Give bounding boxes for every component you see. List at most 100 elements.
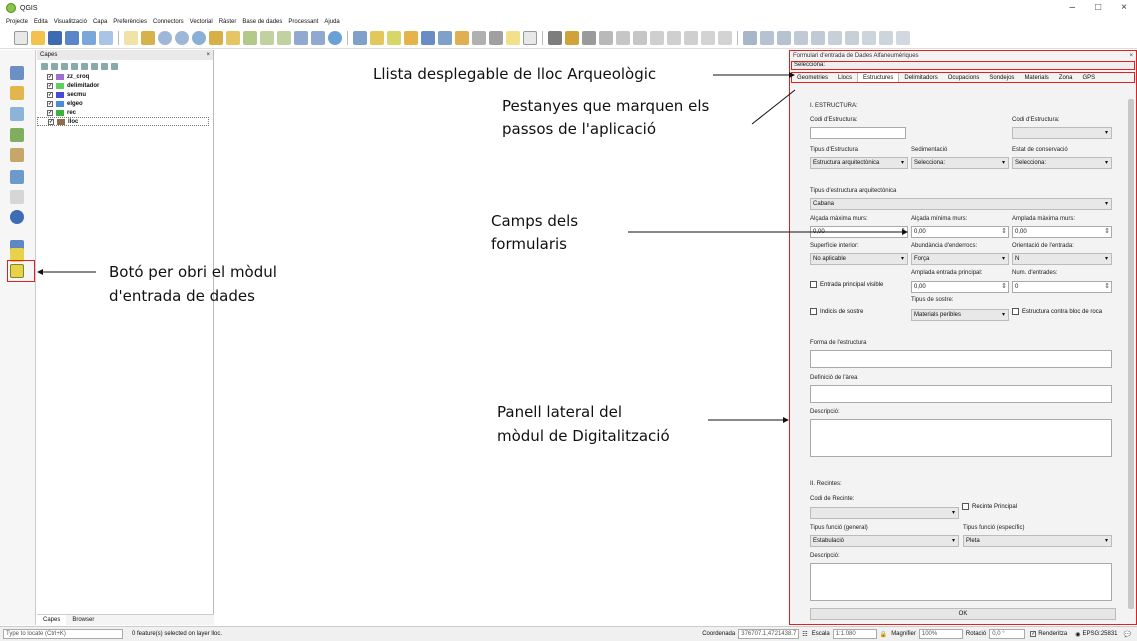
menu-processant[interactable]: Processant (288, 19, 318, 25)
manage-visibility-icon[interactable] (61, 62, 68, 70)
tipus-estructura-select[interactable]: Estructura arquitectònica (810, 157, 908, 169)
tab-llocs[interactable]: Llocs (833, 73, 857, 82)
add-spatialite-icon[interactable] (10, 128, 24, 142)
print-layout-icon[interactable] (82, 30, 96, 45)
tab-browser[interactable]: Browser (66, 615, 100, 625)
menu-connectors[interactable]: Connectors (153, 19, 184, 25)
delete-selected-icon[interactable] (633, 30, 647, 45)
codi-recinte-select[interactable] (810, 507, 959, 519)
ok-button[interactable]: OK (810, 608, 1116, 620)
contra-roca-checkbox[interactable]: Estructura contra bloc de roca (1012, 308, 1102, 315)
expand-all-icon[interactable] (91, 62, 98, 70)
zoom-native-icon[interactable] (192, 30, 206, 45)
filter-legend-icon[interactable] (71, 62, 78, 70)
menu-preferencies[interactable]: Preferències (113, 19, 147, 25)
field-calculator-icon[interactable] (438, 30, 452, 45)
open-project-icon[interactable] (31, 30, 45, 45)
cut-features-icon[interactable] (650, 30, 664, 45)
locator-input[interactable]: Type to locate (Ctrl+K) (3, 629, 123, 639)
undo-icon[interactable] (701, 30, 715, 45)
layer-item[interactable]: ✓ lloc (37, 117, 209, 126)
new-bookmark-icon[interactable] (294, 30, 308, 45)
coordinate-field[interactable]: 376707.1,4721438.7 (738, 629, 800, 639)
extent-icon[interactable]: ☷ (802, 631, 807, 638)
select-value-icon[interactable] (387, 30, 401, 45)
statistics-icon[interactable] (455, 30, 469, 45)
abundancia-select[interactable]: Força (911, 253, 1009, 265)
label-rotate-icon[interactable] (811, 30, 825, 45)
zoom-last-icon[interactable] (260, 30, 274, 45)
layer-visibility-checkbox[interactable]: ✓ (47, 91, 53, 98)
open-styling-icon[interactable] (41, 62, 48, 70)
save-edits-icon[interactable] (582, 30, 596, 45)
label-move-icon[interactable] (794, 30, 808, 45)
menu-vectorial[interactable]: Vectorial (190, 19, 213, 25)
messages-icon[interactable]: 💬 (1124, 631, 1131, 638)
form-scrollbar[interactable] (1128, 99, 1134, 609)
zoom-out-icon[interactable] (175, 30, 189, 45)
add-raster-icon[interactable] (10, 148, 24, 162)
redo-icon[interactable] (718, 30, 732, 45)
edit-pencil-icon[interactable] (565, 30, 579, 45)
label-pin-icon[interactable] (760, 30, 774, 45)
identify-icon[interactable] (353, 30, 367, 45)
add-vector-icon[interactable] (10, 86, 24, 100)
pan-icon[interactable] (124, 30, 138, 45)
label-more-icon[interactable] (896, 30, 910, 45)
tab-estructures[interactable]: Estructures (857, 73, 900, 82)
tab-delimitadors[interactable]: Delimitadors (899, 73, 942, 82)
dock-close-icon[interactable]: × (1129, 53, 1133, 59)
pan-to-selection-icon[interactable] (141, 30, 155, 45)
show-bookmarks-icon[interactable] (311, 30, 325, 45)
tab-ocupacions[interactable]: Ocupacions (943, 73, 985, 82)
checkbox-box[interactable] (810, 308, 817, 315)
copy-features-icon[interactable] (667, 30, 681, 45)
minimize-icon[interactable]: – (1070, 2, 1076, 13)
label-style-icon[interactable] (862, 30, 876, 45)
paste-features-icon[interactable] (684, 30, 698, 45)
site-selector-dropdown[interactable]: Selecciona: (791, 61, 1135, 70)
layer-visibility-checkbox[interactable]: ✓ (47, 109, 53, 116)
diagram-icon[interactable] (845, 30, 859, 45)
remove-layer-icon[interactable] (111, 62, 118, 70)
add-feature-icon[interactable] (599, 30, 613, 45)
layer-item[interactable]: ✓ zz_croq (37, 72, 213, 81)
add-delimited-icon[interactable] (10, 107, 24, 121)
checkbox-box[interactable] (1012, 308, 1019, 315)
layer-visibility-checkbox[interactable]: ✓ (47, 73, 53, 80)
crs-label[interactable]: EPSG:25831 (1082, 631, 1117, 637)
amplada-entrada-spin[interactable]: 0,00 (911, 281, 1009, 293)
label-show-icon[interactable] (777, 30, 791, 45)
digitize-icon[interactable] (548, 30, 562, 45)
codi-estructura-input[interactable] (810, 127, 906, 139)
label-change-icon[interactable] (828, 30, 842, 45)
descripcio-textarea[interactable] (810, 419, 1112, 457)
superficie-select[interactable]: No aplicable (810, 253, 908, 265)
recinte-principal-checkbox[interactable]: Recinte Principal (962, 503, 1017, 510)
tipus-funcio-general-select[interactable]: Estabulació (810, 535, 959, 547)
layer-item[interactable]: ✓ secmu (37, 90, 213, 99)
collapse-all-icon[interactable] (101, 62, 108, 70)
add-postgis-icon[interactable] (10, 170, 24, 184)
new-project-icon[interactable] (14, 30, 28, 45)
menu-base-de-dades[interactable]: Base de dades (242, 19, 282, 25)
scale-field[interactable]: 1:1.080 (832, 629, 877, 639)
alcada-maxima-spin[interactable]: 0,00 (810, 226, 908, 238)
render-checkbox[interactable]: ✓ (1030, 631, 1037, 637)
tab-zona[interactable]: Zona (1054, 73, 1078, 82)
num-entrades-spin[interactable]: 0 (1012, 281, 1112, 293)
save-as-icon[interactable] (65, 30, 79, 45)
zoom-full-icon[interactable] (209, 30, 223, 45)
tab-gps[interactable]: GPS (1077, 73, 1100, 82)
menu-raster[interactable]: Ràster (219, 19, 237, 25)
add-wms-icon[interactable] (10, 190, 24, 204)
menu-ajuda[interactable]: Ajuda (324, 19, 339, 25)
label-tool-icon[interactable] (743, 30, 757, 45)
zoom-in-icon[interactable] (158, 30, 172, 45)
tab-capes[interactable]: Capes (37, 615, 67, 625)
orientacio-select[interactable]: N (1012, 253, 1112, 265)
save-project-icon[interactable] (48, 30, 62, 45)
layout-manager-icon[interactable] (99, 30, 113, 45)
layer-visibility-checkbox[interactable]: ✓ (48, 118, 54, 125)
descripcio-recinte-textarea[interactable] (810, 563, 1112, 601)
